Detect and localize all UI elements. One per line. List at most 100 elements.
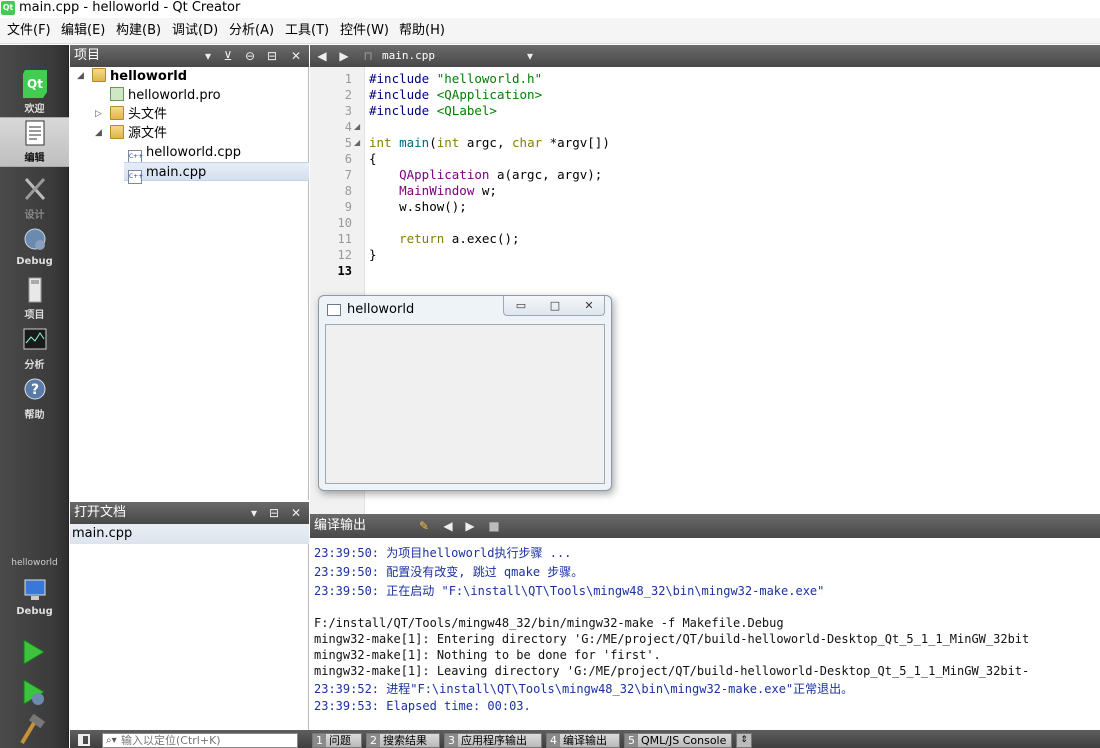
tab-app-output[interactable]: 3 应用程序输出 [444, 733, 542, 748]
build-hammer-icon[interactable] [16, 713, 50, 747]
desktop-computer-icon [24, 579, 45, 600]
mode-welcome[interactable]: Qt 欢迎 [0, 69, 69, 119]
output-line: 23:39:50: 配置没有改变, 跳过 qmake 步骤。 [314, 565, 584, 579]
mode-projects[interactable]: 项目 [0, 275, 69, 325]
code-line-6: { [369, 151, 377, 166]
project-pane-header: 项目 ▾ ⊻ ⊖ ⊟ ✕ [70, 45, 309, 67]
close-icon[interactable]: ✕ [572, 297, 606, 315]
svg-text:Qt: Qt [27, 77, 43, 91]
project-icon [28, 277, 41, 303]
project-pane-title: 项目 [74, 48, 101, 63]
code-line-9: w.show(); [369, 199, 467, 214]
filter-icon[interactable]: ⊻ [220, 48, 236, 64]
tree-node-helloworld-cpp[interactable]: C++ helloworld.cpp [128, 143, 241, 164]
tree-node-main-cpp[interactable]: C++ main.cpp [124, 162, 309, 184]
fold-marker-icon[interactable]: ◢ [354, 135, 360, 151]
file-dropdown-icon[interactable]: ▾ [522, 48, 538, 64]
editor-file-selector[interactable]: main.cpp [382, 48, 435, 64]
tree-node-sources[interactable]: ◢ 源文件 [95, 124, 167, 143]
pro-file-icon [110, 87, 124, 101]
menu-controls[interactable]: 控件(W) [338, 22, 391, 40]
helloworld-app-window[interactable]: helloworld ▭ □ ✕ [318, 295, 612, 491]
menu-tools[interactable]: 工具(T) [283, 22, 331, 40]
mode-help[interactable]: ? 帮助 [0, 375, 69, 425]
menu-build[interactable]: 构建(B) [114, 22, 163, 40]
open-docs-title: 打开文档 [74, 505, 127, 520]
project-tree: ◢ helloworld helloworld.pro ▷ 头文件 ◢ 源文件 … [70, 67, 309, 500]
output-line: mingw32-make[1]: Leaving directory 'G:/M… [314, 664, 1030, 678]
close-pane-icon[interactable]: ✕ [288, 48, 304, 64]
kit-selector[interactable]: Debug [0, 575, 69, 621]
tree-node-headers[interactable]: ▷ 头文件 [95, 105, 167, 124]
menu-help[interactable]: 帮助(H) [397, 22, 447, 40]
qt-creator-window: Qt main.cpp - helloworld - Qt Creator 文件… [0, 0, 1100, 748]
menu-edit[interactable]: 编辑(E) [59, 22, 107, 40]
lock-icon: ⊓ [363, 49, 373, 63]
locator-input[interactable]: ⌕▾ 输入以定位(Ctrl+K) [102, 733, 298, 748]
code-line-2: #include <QApplication> [369, 87, 543, 102]
tab-search-results[interactable]: 2 搜索结果 [366, 733, 440, 748]
next-item-icon[interactable]: ▶ [462, 518, 478, 534]
qt-logo-icon: Qt [22, 70, 47, 98]
folder-icon [110, 125, 124, 139]
search-icon: ⌕▾ [106, 735, 117, 746]
tab-compile-output[interactable]: 4 编译输出 [546, 733, 620, 748]
split-icon[interactable]: ⊟ [266, 505, 282, 521]
output-line: mingw32-make[1]: Nothing to be done for … [314, 648, 661, 662]
window-title: main.cpp - helloworld - Qt Creator [19, 0, 241, 15]
mode-analyze[interactable]: 分析 [0, 325, 69, 375]
clear-output-icon[interactable]: ■ [486, 518, 502, 534]
back-arrow-icon[interactable]: ◀ [314, 48, 330, 64]
tree-node-project-root[interactable]: ◢ helloworld [77, 67, 187, 86]
status-bar: ⌕▾ 输入以定位(Ctrl+K) 1 问题 2 搜索结果 3 应用程序输出 4 编译输出… [70, 730, 1100, 748]
mode-design[interactable]: 设计 [0, 175, 69, 225]
output-line: 23:39:52: 进程"F:\install\QT\Tools\mingw48… [314, 682, 854, 696]
open-doc-item[interactable]: main.cpp [70, 524, 309, 544]
maximize-icon[interactable]: □ [538, 297, 572, 315]
open-docs-list: main.cpp [70, 524, 309, 748]
mode-edit[interactable]: 编辑 [0, 117, 69, 167]
view-dropdown-icon[interactable]: ▾ [200, 48, 216, 64]
debug-bug-icon [24, 228, 45, 250]
more-tabs-icon[interactable]: ⇕ [736, 733, 752, 748]
close-pane-icon[interactable]: ✕ [288, 505, 304, 521]
edit-document-icon [25, 120, 44, 146]
code-line-11: return a.exec(); [369, 231, 520, 246]
output-line: 23:39:53: Elapsed time: 00:03. [314, 699, 531, 713]
fold-marker-icon[interactable]: ◢ [354, 119, 360, 135]
dropdown-icon[interactable]: ▾ [246, 505, 262, 521]
forward-arrow-icon[interactable]: ▶ [336, 48, 352, 64]
current-line-number: 13 [337, 264, 352, 278]
analyze-icon [23, 328, 46, 350]
expand-arrow-icon[interactable]: ◢ [77, 67, 84, 86]
code-line-7: QApplication a(argc, argv); [369, 167, 603, 182]
run-icon[interactable] [16, 635, 50, 669]
collapsed-arrow-icon[interactable]: ▷ [95, 105, 102, 124]
code-line-8: MainWindow w; [369, 183, 497, 198]
menu-debug[interactable]: 调试(D) [170, 22, 220, 40]
compile-output[interactable]: 23:39:50: 为项目helloworld执行步骤 ... 23:39:50… [310, 538, 1100, 730]
menu-analyze[interactable]: 分析(A) [227, 22, 276, 40]
title-bar: Qt main.cpp - helloworld - Qt Creator [0, 0, 1100, 16]
menu-bar: 文件(F) 编辑(E) 构建(B) 调试(D) 分析(A) 工具(T) 控件(W… [0, 18, 1100, 44]
open-docs-header: 打开文档 ▾ ⊟ ✕ [70, 502, 309, 524]
tab-issues[interactable]: 1 问题 [312, 733, 362, 748]
mode-sidebar: Qt 欢迎 编辑 设计 Debug 项目 分析 ? 帮助 helloworld … [0, 45, 69, 748]
mode-debug[interactable]: Debug [0, 225, 69, 275]
split-icon[interactable]: ⊟ [264, 48, 280, 64]
tree-node-pro-file[interactable]: helloworld.pro [110, 86, 221, 105]
compile-output-title: 编译输出 [314, 518, 367, 533]
edit-filter-icon[interactable]: ✎ [416, 518, 432, 534]
menu-file[interactable]: 文件(F) [5, 22, 53, 40]
toggle-sidebar-icon[interactable] [78, 734, 90, 746]
expand-arrow-icon[interactable]: ◢ [95, 124, 102, 143]
debug-run-icon[interactable] [16, 675, 50, 709]
sync-link-icon[interactable]: ⊖ [242, 48, 258, 64]
output-line: F:/install/QT/Tools/mingw48_32/bin/mingw… [314, 616, 784, 630]
output-line: 23:39:50: 正在启动 "F:\install\QT\Tools\ming… [314, 584, 825, 598]
svg-text:?: ? [30, 382, 38, 398]
output-line: mingw32-make[1]: Entering directory 'G:/… [314, 632, 1030, 646]
prev-item-icon[interactable]: ◀ [440, 518, 456, 534]
tab-qml-console[interactable]: 5 QML/JS Console [624, 733, 732, 748]
minimize-icon[interactable]: ▭ [504, 297, 538, 315]
